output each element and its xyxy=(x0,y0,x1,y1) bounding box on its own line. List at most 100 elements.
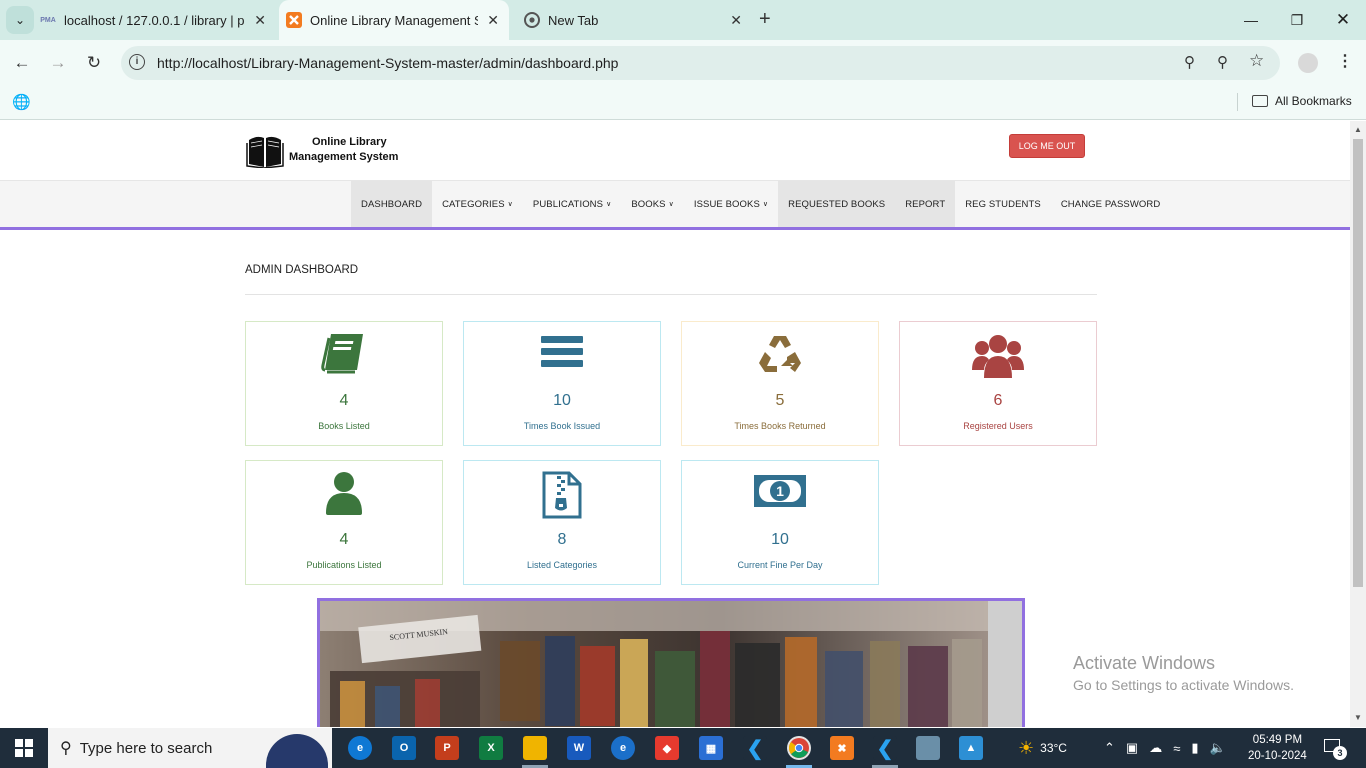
stat-card-listed-categories: 8 Listed Categories xyxy=(463,460,661,585)
excel-icon[interactable]: X xyxy=(479,736,503,760)
page-scrollbar[interactable]: ▲ ▼ xyxy=(1350,121,1366,727)
file-archive-icon xyxy=(464,471,660,519)
anydesk-icon[interactable]: ◆ xyxy=(655,736,679,760)
minimize-button[interactable]: — xyxy=(1228,0,1274,40)
xampp-taskbar-icon[interactable]: ✖ xyxy=(830,736,854,760)
taskbar-search-box[interactable]: ⚲ Type here to search xyxy=(48,728,332,768)
globe-icon[interactable]: 🌐 xyxy=(12,93,31,111)
nav-item-dashboard[interactable]: DASHBOARD xyxy=(351,181,433,227)
vscode-icon[interactable]: ❮ xyxy=(743,736,767,760)
edge-icon[interactable]: e xyxy=(348,736,372,760)
stat-value: 5 xyxy=(775,392,785,409)
internet-explorer-icon[interactable]: e xyxy=(611,736,635,760)
word-icon[interactable]: W xyxy=(567,736,591,760)
close-icon[interactable]: ✕ xyxy=(487,12,499,29)
stat-value: 6 xyxy=(993,392,1003,409)
bookmarks-divider xyxy=(1237,93,1238,111)
page-viewport: Online Library Management System LOG ME … xyxy=(0,121,1350,727)
nav-item-categories[interactable]: CATEGORIES ∨ xyxy=(432,181,523,227)
logout-button[interactable]: LOG ME OUT xyxy=(1009,134,1085,158)
stat-card-current-fine-per-day: 1 10 Current Fine Per Day xyxy=(681,460,879,585)
key-icon[interactable]: ⚲ xyxy=(1184,53,1195,71)
nav-item-change-password[interactable]: CHANGE PASSWORD xyxy=(1051,181,1171,227)
reload-icon[interactable]: ↻ xyxy=(82,51,106,75)
stat-card-times-books-returned: 5 Times Books Returned xyxy=(681,321,879,446)
weather-widget[interactable]: ☀ 33°C xyxy=(1018,728,1067,768)
outlook-icon[interactable]: O xyxy=(392,736,416,760)
meet-now-icon[interactable]: ▣ xyxy=(1126,740,1138,756)
nav-item-requested-books[interactable]: REQUESTED BOOKS xyxy=(778,181,896,227)
bookstore-shelves-image: SCOTT MUSKIN xyxy=(320,601,1022,727)
back-arrow-icon[interactable]: ← xyxy=(10,51,34,75)
windows-taskbar: ⚲ Type here to search e O P X W e ◆ ▦ ❮ … xyxy=(0,728,1366,768)
all-bookmarks-button[interactable]: All Bookmarks xyxy=(1252,94,1352,108)
open-book-logo-icon xyxy=(246,136,284,168)
close-icon[interactable]: ✕ xyxy=(254,12,266,29)
site-info-icon[interactable]: i xyxy=(129,54,145,70)
scroll-up-arrow-icon[interactable]: ▲ xyxy=(1354,125,1362,134)
photos-icon[interactable]: ▲ xyxy=(959,736,983,760)
windows-start-button[interactable] xyxy=(0,728,48,768)
taskbar-clock[interactable]: 05:49 PM 20-10-2024 xyxy=(1248,732,1307,764)
user-icon xyxy=(246,471,442,519)
scrollbar-thumb[interactable] xyxy=(1353,139,1363,587)
stat-value: 4 xyxy=(339,392,349,409)
bookmarks-bar: 🌐 All Bookmarks xyxy=(0,86,1366,120)
close-window-button[interactable]: ✕ xyxy=(1320,0,1366,40)
tab-phpmyadmin[interactable]: PMA localhost / 127.0.0.1 / library | p … xyxy=(40,0,276,40)
nav-item-label: DASHBOARD xyxy=(361,198,423,210)
vscode-2-icon[interactable]: ❮ xyxy=(873,736,897,760)
nav-item-books[interactable]: BOOKS ∨ xyxy=(621,181,684,227)
watermark-title: Activate Windows xyxy=(1073,653,1216,673)
nav-menu: DASHBOARD CATEGORIES ∨ PUBLICATIONS ∨ BOOKS ∨ I… xyxy=(351,181,1170,227)
nav-item-report[interactable]: REPORT xyxy=(895,181,956,227)
star-bookmark-icon[interactable]: ☆ xyxy=(1249,51,1264,71)
notification-center-button[interactable]: 3 xyxy=(1324,739,1347,760)
address-bar[interactable]: i http://localhost/Library-Management-Sy… xyxy=(121,46,1280,80)
stat-label: Times Books Returned xyxy=(734,421,826,431)
all-bookmarks-label: All Bookmarks xyxy=(1275,94,1352,108)
phpmyadmin-icon: PMA xyxy=(40,16,56,24)
kebab-menu-icon[interactable]: ⋮ xyxy=(1337,51,1353,71)
nav-item-label: BOOKS xyxy=(631,198,666,210)
close-icon[interactable]: ✕ xyxy=(730,12,742,29)
wifi-icon[interactable]: ≈ xyxy=(1173,741,1180,756)
nav-item-label: CATEGORIES xyxy=(442,198,505,210)
url-text[interactable]: http://localhost/Library-Management-Syst… xyxy=(157,55,618,71)
stat-label: Listed Categories xyxy=(526,560,598,570)
forward-arrow-icon[interactable]: → xyxy=(46,51,70,75)
chevron-up-icon[interactable]: ⌃ xyxy=(1104,740,1115,756)
nav-item-publications[interactable]: PUBLICATIONS ∨ xyxy=(523,181,621,227)
volume-icon[interactable]: 🔈 xyxy=(1210,740,1226,756)
store-icon[interactable]: ▦ xyxy=(699,736,723,760)
stat-value: 8 xyxy=(557,531,567,548)
new-tab-plus-icon[interactable]: + xyxy=(759,8,771,31)
powerpoint-icon[interactable]: P xyxy=(435,736,459,760)
stat-value: 10 xyxy=(771,531,789,548)
onedrive-icon[interactable]: ☁ xyxy=(1149,740,1162,756)
scroll-down-arrow-icon[interactable]: ▼ xyxy=(1354,713,1362,722)
zoom-icon[interactable]: ⚲ xyxy=(1217,53,1228,71)
nav-item-issue-books[interactable]: ISSUE BOOKS ∨ xyxy=(684,181,778,227)
activate-windows-watermark: Activate Windows Go to Settings to activ… xyxy=(1073,653,1294,693)
chrome-taskbar-icon[interactable] xyxy=(787,736,811,760)
file-explorer-icon[interactable] xyxy=(523,736,547,760)
battery-icon[interactable]: ▮ xyxy=(1191,740,1198,756)
xampp-icon xyxy=(286,12,302,28)
notepad-icon[interactable] xyxy=(916,736,940,760)
restore-button[interactable]: ❐ xyxy=(1274,0,1320,40)
tab-online-library[interactable]: Online Library Management Sys ✕ xyxy=(279,0,509,40)
nav-item-reg-students[interactable]: REG STUDENTS xyxy=(955,181,1051,227)
profile-avatar-icon[interactable] xyxy=(1298,53,1318,73)
clock-time: 05:49 PM xyxy=(1252,734,1303,746)
nav-item-label: REPORT xyxy=(905,198,946,210)
stat-label: Publications Listed xyxy=(306,560,382,570)
site-brand[interactable]: Online Library Management System xyxy=(289,135,398,165)
book-icon xyxy=(246,332,442,380)
tab-search-button[interactable]: ⌄ xyxy=(6,6,34,34)
title-divider xyxy=(245,294,1097,295)
stat-card-publications-listed: 4 Publications Listed xyxy=(245,460,443,585)
nav-item-label: CHANGE PASSWORD xyxy=(1060,198,1161,210)
stat-label: Times Book Issued xyxy=(523,421,601,431)
tab-new-tab[interactable]: New Tab ✕ xyxy=(516,0,752,40)
